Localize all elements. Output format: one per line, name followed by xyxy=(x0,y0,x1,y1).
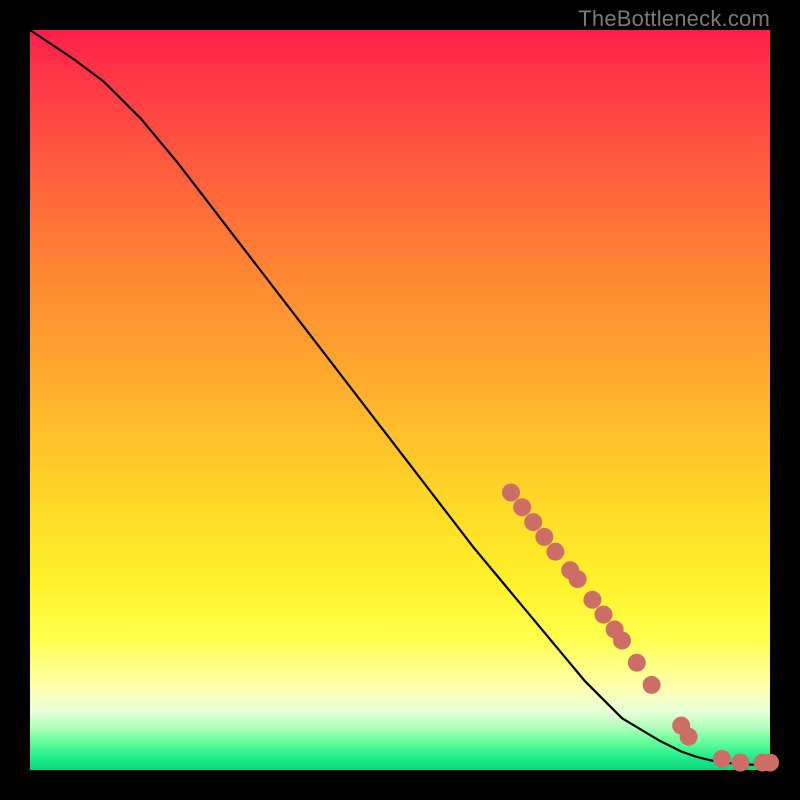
chart-overlay xyxy=(30,30,770,770)
chart-frame: TheBottleneck.com xyxy=(0,0,800,800)
data-marker xyxy=(713,750,731,768)
data-marker xyxy=(680,728,698,746)
data-marker xyxy=(502,484,520,502)
data-marker xyxy=(595,606,613,624)
data-marker xyxy=(613,632,631,650)
data-marker xyxy=(761,754,779,772)
data-marker xyxy=(569,570,587,588)
data-marker xyxy=(535,528,553,546)
data-marker xyxy=(546,543,564,561)
data-marker xyxy=(643,676,661,694)
data-marker xyxy=(731,754,749,772)
curve-path xyxy=(30,30,770,766)
data-marker xyxy=(513,498,531,516)
data-marker xyxy=(583,591,601,609)
data-marker xyxy=(628,654,646,672)
attribution-text: TheBottleneck.com xyxy=(578,6,770,32)
data-marker xyxy=(524,513,542,531)
